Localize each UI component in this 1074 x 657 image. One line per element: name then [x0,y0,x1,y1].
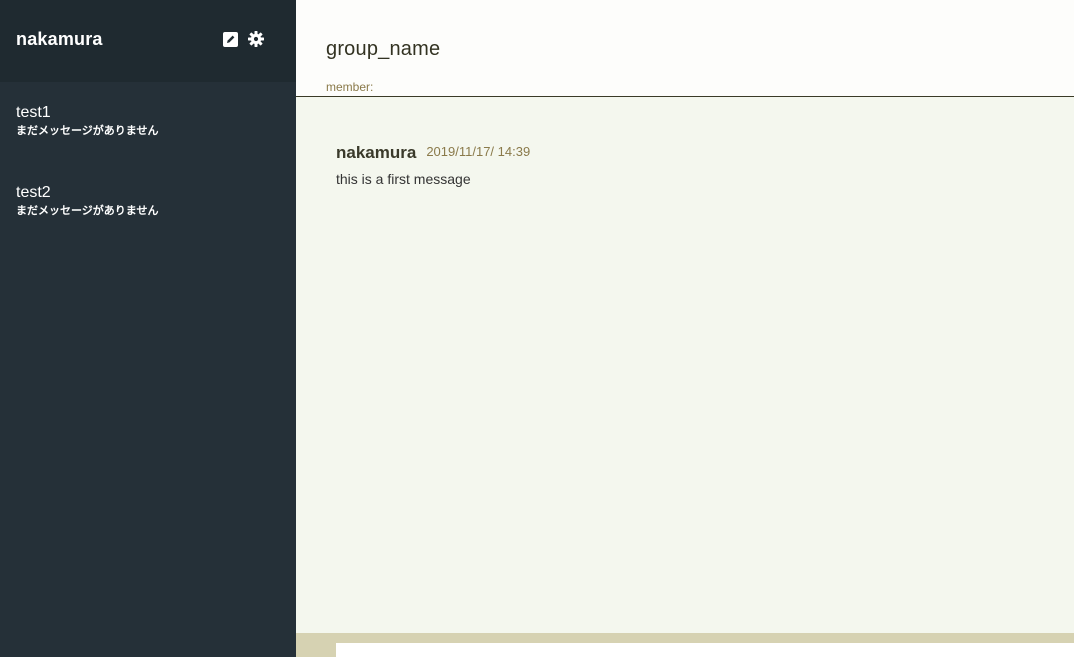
sidebar-header: nakamura [0,0,296,82]
chat-main: group_name member: nakamura 2019/11/17/ … [296,0,1074,657]
message-list: nakamura 2019/11/17/ 14:39 this is a fir… [296,97,1074,187]
sidebar: nakamura test1 まだメッセージがありません test2 まだメッセ… [0,0,296,657]
group-title: group_name [326,38,441,60]
message-timestamp: 2019/11/17/ 14:39 [426,144,531,159]
message-form-bar [296,633,1074,657]
member-label: member: [326,80,374,94]
message-meta: nakamura 2019/11/17/ 14:39 [336,143,1034,163]
group-item-test2[interactable]: test2 まだメッセージがありません [0,182,296,262]
message-input[interactable] [336,643,1074,657]
message-author: nakamura [336,143,417,162]
group-item-last-message: まだメッセージがありません [16,205,159,217]
group-item-last-message: まだメッセージがありません [16,125,159,137]
header-icons [222,31,264,47]
edit-icon[interactable] [222,31,238,47]
group-item-test1[interactable]: test1 まだメッセージがありません [0,102,296,182]
message-item: nakamura 2019/11/17/ 14:39 this is a fir… [336,143,1034,187]
chat-header: group_name member: [296,0,1074,97]
group-item-name: test2 [16,184,51,201]
group-item-name: test1 [16,104,51,121]
gear-icon[interactable] [248,31,264,47]
chat-app: nakamura test1 まだメッセージがありません test2 まだメッセ… [0,0,1074,657]
current-user-name: nakamura [16,28,103,49]
group-list: test1 まだメッセージがありません test2 まだメッセージがありません [0,82,296,262]
message-text: this is a first message [336,171,471,187]
